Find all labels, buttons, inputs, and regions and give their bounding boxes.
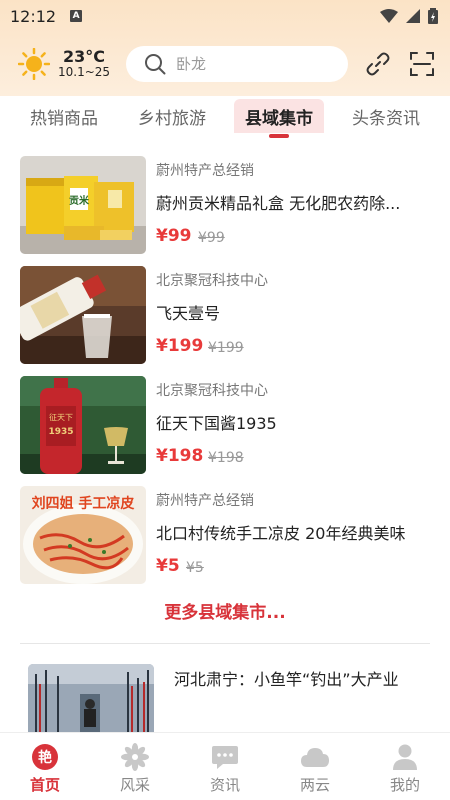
product-item[interactable]: 北京聚冠科技中心 飞天壹号 ¥199 ¥199 (20, 266, 430, 364)
status-time: 12:12 (10, 6, 57, 26)
nav-label: 我的 (389, 776, 420, 794)
nav-two-clouds[interactable]: 两云 (270, 733, 360, 800)
nav-label: 两云 (299, 776, 330, 794)
product-image-baijiu-1935: 征天下 1935 (20, 376, 146, 474)
product-seller: 蔚州特产总经销 (156, 493, 254, 509)
product-name: 征天下国酱1935 (156, 414, 277, 433)
svg-text:贡米: 贡米 (69, 194, 90, 207)
tab-headline-news[interactable]: 头条资讯 (350, 96, 422, 144)
tab-rural-tourism[interactable]: 乡村旅游 (136, 96, 208, 144)
tab-label: 县域集市 (245, 109, 313, 129)
top-header: 12:12 A 23°C 10.1~25 (0, 0, 450, 96)
news-image-fishing-rods (28, 664, 154, 732)
active-tab-indicator (269, 134, 289, 138)
status-icons (380, 8, 438, 24)
scan-button[interactable] (408, 50, 436, 78)
svg-text:1935: 1935 (48, 427, 73, 437)
svg-text:刘四姐 手工凉皮: 刘四姐 手工凉皮 (32, 495, 135, 512)
weather-temperature: 23°C (63, 46, 106, 66)
product-item[interactable]: 征天下 1935 北京聚冠科技中心 征天下国酱1935 ¥198 ¥198 (20, 376, 430, 474)
tab-label: 热销商品 (30, 109, 98, 129)
product-seller: 北京聚冠科技中心 (156, 383, 268, 399)
product-item[interactable]: 贡米 蔚州特产总经销 蔚州贡米精品礼盒 无化肥农药除... ¥99 ¥99 (20, 156, 430, 254)
search-bar[interactable] (126, 46, 348, 82)
product-original-price: ¥198 (208, 450, 244, 466)
wifi-icon (380, 9, 398, 23)
bottom-navigation: 艳 首页 风采 资讯 两云 我的 (0, 732, 450, 800)
section-divider (20, 643, 430, 644)
cloud-icon (301, 748, 329, 767)
product-original-price: ¥99 (198, 230, 225, 246)
status-bar: 12:12 A (0, 0, 450, 32)
weather-text: 23°C 10.1~25 (58, 46, 111, 80)
message-icon (212, 746, 238, 769)
product-image-rice-gift-box: 贡米 (20, 156, 146, 254)
product-seller: 蔚州特产总经销 (156, 163, 254, 179)
nav-home[interactable]: 艳 首页 (0, 733, 90, 800)
search-input[interactable] (176, 55, 326, 73)
nav-label: 风采 (119, 776, 150, 794)
nav-style[interactable]: 风采 (90, 733, 180, 800)
product-image-liquor-bottle (20, 266, 146, 364)
person-icon (393, 744, 417, 770)
category-tabs: 热销商品 乡村旅游 县域集市 头条资讯 (0, 96, 450, 144)
nav-label: 首页 (29, 776, 60, 794)
product-item[interactable]: 刘四姐 手工凉皮 蔚州特产总经销 北口村传统手工凉皮 20年经典美味 ¥5 ¥5 (20, 486, 430, 584)
battery-icon (428, 8, 438, 24)
link-button[interactable] (364, 50, 392, 78)
scan-icon (410, 52, 434, 76)
signal-icon (406, 9, 420, 23)
search-icon (145, 54, 166, 75)
product-original-price: ¥5 (186, 560, 204, 576)
svg-text:艳: 艳 (38, 749, 52, 766)
product-price: ¥5 (156, 556, 180, 576)
tab-county-market[interactable]: 县域集市 (234, 96, 324, 144)
tab-label: 乡村旅游 (138, 109, 206, 129)
tab-hot-products[interactable]: 热销商品 (28, 96, 100, 144)
product-price: ¥99 (156, 226, 192, 246)
product-seller: 北京聚冠科技中心 (156, 273, 268, 289)
sun-icon (18, 48, 50, 80)
product-price: ¥198 (156, 446, 204, 466)
weather-widget[interactable]: 23°C 10.1~25 (18, 46, 122, 80)
flower-icon (121, 743, 149, 771)
tab-label: 头条资讯 (352, 109, 420, 129)
product-original-price: ¥199 (208, 340, 244, 356)
app-header: 23°C 10.1~25 (0, 40, 450, 88)
nav-news[interactable]: 资讯 (180, 733, 270, 800)
nav-mine[interactable]: 我的 (360, 733, 450, 800)
product-name: 蔚州贡米精品礼盒 无化肥农药除... (156, 194, 401, 213)
news-item[interactable]: 河北肃宁：小鱼竿“钓出”大产业 (28, 664, 428, 732)
home-logo-icon: 艳 (32, 744, 58, 770)
product-name: 飞天壹号 (156, 304, 221, 323)
notification-a-icon: A (70, 10, 83, 22)
weather-range: 10.1~25 (58, 65, 111, 80)
product-name: 北口村传统手工凉皮 20年经典美味 (156, 524, 406, 543)
link-icon (366, 52, 390, 76)
more-county-market-link[interactable]: 更多县域集市... (0, 598, 450, 623)
product-price: ¥199 (156, 336, 204, 356)
news-title: 河北肃宁：小鱼竿“钓出”大产业 (174, 670, 399, 689)
svg-text:征天下: 征天下 (49, 412, 73, 422)
nav-label: 资讯 (209, 776, 240, 794)
product-image-cold-noodles: 刘四姐 手工凉皮 (20, 486, 146, 584)
